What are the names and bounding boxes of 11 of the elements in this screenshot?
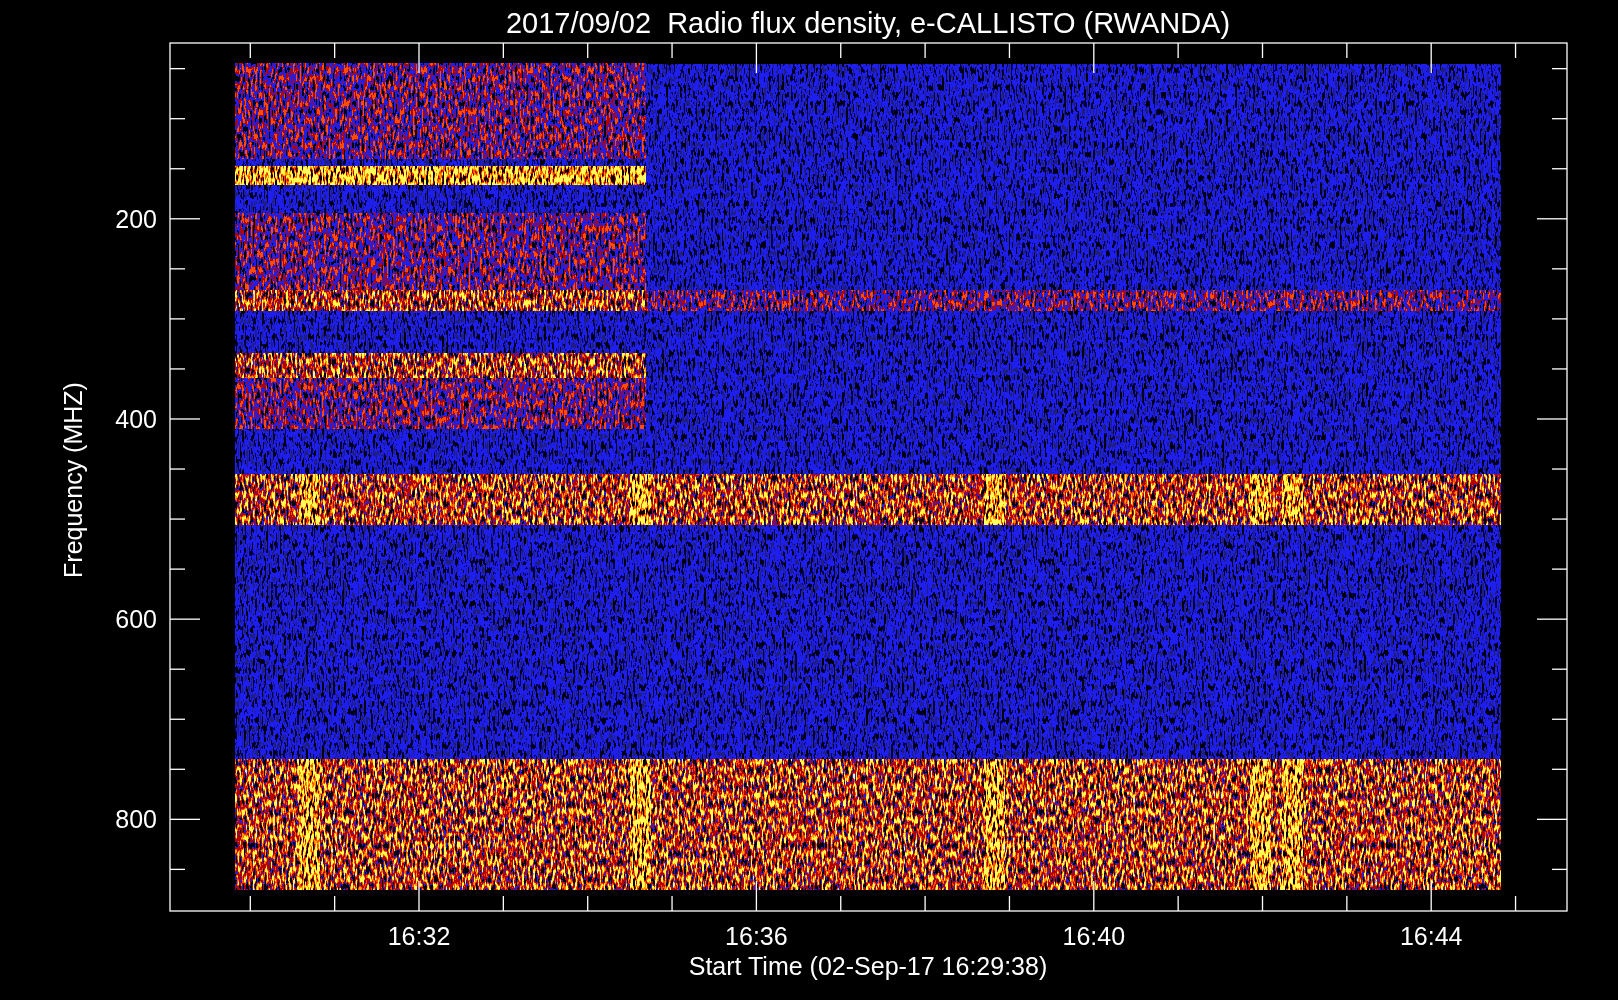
x-tick-label: 16:40 xyxy=(1062,922,1126,950)
y-axis-label: Frequency (MHZ) xyxy=(59,382,87,578)
y-tick-label: 600 xyxy=(115,605,157,634)
x-axis-label: Start Time (02-Sep-17 16:29:38) xyxy=(688,952,1048,980)
x-tick-label: 16:36 xyxy=(725,922,788,950)
y-tick-label: 200 xyxy=(115,204,157,233)
y-tick-label: 800 xyxy=(115,805,157,834)
chart-title: 2017/09/02 Radio flux density, e-CALLISTO (RWANDA) xyxy=(505,7,1231,39)
x-tick-label: 16:32 xyxy=(387,922,451,950)
y-tick-label: 400 xyxy=(115,405,157,433)
x-tick-label: 16:44 xyxy=(1399,922,1463,950)
